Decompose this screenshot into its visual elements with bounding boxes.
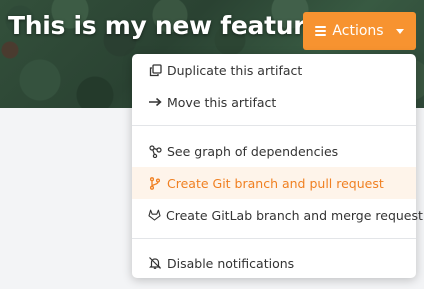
menu-item-create-gitlab-branch[interactable]: Create GitLab branch and merge request [132, 199, 423, 231]
hamburger-icon [315, 26, 327, 36]
menu-item-dependency-graph[interactable]: See graph of dependencies [132, 135, 416, 167]
menu-item-label: Disable notifications [167, 255, 295, 271]
graph-icon [148, 144, 162, 158]
menu-item-duplicate[interactable]: Duplicate this artifact [132, 54, 416, 86]
actions-button-label: Actions [332, 23, 384, 39]
arrow-right-icon [148, 95, 162, 109]
git-branch-icon [148, 176, 162, 190]
menu-item-create-git-branch[interactable]: Create Git branch and pull request [132, 167, 416, 199]
menu-item-label: Create Git branch and pull request [167, 175, 384, 191]
bell-slash-icon [148, 256, 162, 270]
menu-item-move[interactable]: Move this artifact [132, 86, 416, 118]
menu-item-label: Create GitLab branch and merge request [166, 207, 423, 223]
menu-item-disable-notifications[interactable]: Disable notifications [132, 247, 416, 279]
menu-item-label: Duplicate this artifact [167, 62, 303, 78]
actions-button[interactable]: Actions [303, 12, 416, 50]
caret-down-icon [395, 28, 404, 34]
artifact-title: This is my new feature [8, 11, 322, 40]
menu-divider [132, 238, 416, 239]
menu-divider [132, 125, 416, 126]
menu-item-label: Move this artifact [167, 94, 277, 110]
menu-item-label: See graph of dependencies [167, 143, 339, 159]
gitlab-icon [148, 208, 161, 222]
actions-dropdown-menu: Duplicate this artifact Move this artifa… [132, 54, 423, 279]
copy-icon [148, 63, 162, 77]
